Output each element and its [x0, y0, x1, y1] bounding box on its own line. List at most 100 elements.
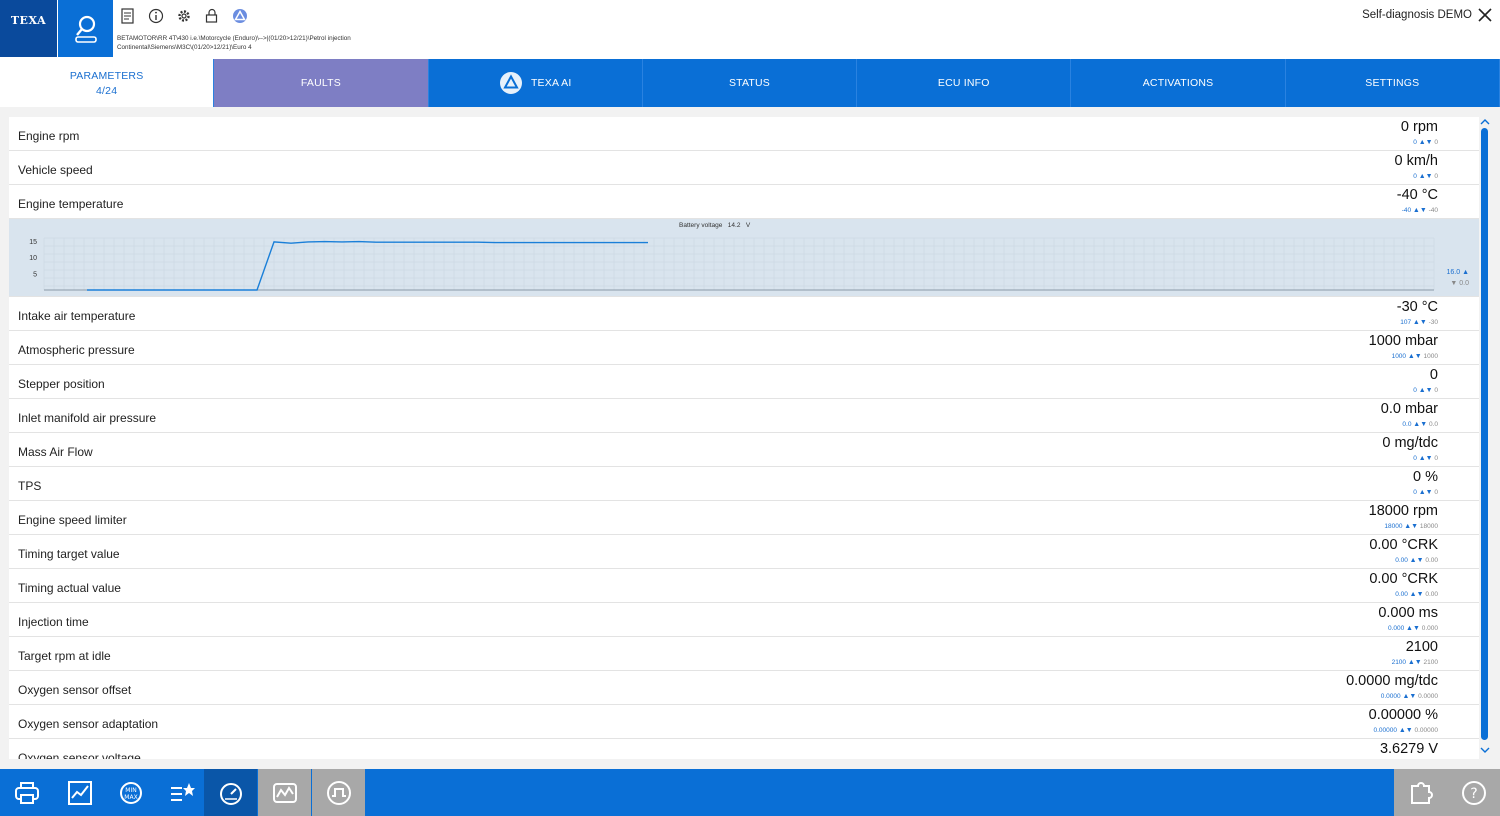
min-max-readout: 0.0000 ▲▼ 0.0000 — [1381, 693, 1438, 700]
favorites-button[interactable] — [155, 769, 208, 816]
min-value: 0.00 — [1425, 591, 1438, 598]
parameter-row[interactable]: Intake air temperature -30 °C 107 ▲▼ -30 — [9, 297, 1479, 331]
max-arrow-icon: ▲▼ — [1418, 489, 1433, 496]
min-value: 0.00 — [1425, 557, 1438, 564]
tab-label: STATUS — [728, 77, 771, 89]
texa-logo: TEXA — [0, 0, 57, 57]
parameter-row[interactable]: Oxygen sensor offset 0.0000 mg/tdc 0.0000 … — [9, 671, 1479, 705]
y-tick-label: 15 — [29, 239, 37, 246]
max-arrow-icon: ▲▼ — [1409, 557, 1424, 564]
min-max-readout: 0.00 ▲▼ 0.00 — [1395, 591, 1438, 598]
parameter-value: 0 — [1429, 367, 1438, 383]
help-button[interactable]: ? — [1447, 769, 1500, 816]
parameter-value: 0 % — [1413, 469, 1438, 485]
max-value: 0.0 — [1402, 421, 1412, 428]
parameter-value: 0 km/h — [1394, 153, 1438, 169]
parameter-list[interactable]: Engine rpm 0 rpm 0 ▲▼ 0 Vehicle speed 0 km/h… — [9, 117, 1479, 759]
max-value: 2100 — [1391, 659, 1407, 666]
max-value: 0.00 — [1395, 557, 1408, 564]
parameter-row[interactable]: Vehicle speed 0 km/h 0 ▲▼ 0 — [9, 151, 1479, 185]
graph-canvas: 15 10 5 16.0 ▲ ▼ 0.0 — [29, 237, 1469, 291]
parameter-name: Vehicle speed — [18, 163, 93, 177]
parameter-name: Mass Air Flow — [18, 445, 93, 459]
tab-ecu-info[interactable]: ECU INFO — [857, 59, 1072, 107]
tab-parameters[interactable]: PARAMETERS 4/24 — [0, 59, 215, 107]
signal-icon — [326, 780, 351, 805]
lock-icon[interactable] — [202, 6, 222, 26]
graph-icon — [272, 782, 297, 803]
parameter-name: Oxygen sensor voltage — [18, 751, 141, 759]
parameter-value: 0.00000 % — [1368, 707, 1438, 723]
tab-settings[interactable]: SETTINGS — [1285, 59, 1500, 107]
parameter-row[interactable]: Timing actual value 0.00 °CRK 0.00 ▲▼ 0.00 — [9, 569, 1479, 603]
max-value: 0 — [1413, 455, 1417, 462]
min-value: 1000 — [1423, 353, 1438, 360]
parameter-row[interactable]: Injection time 0.000 ms 0.000 ▲▼ 0.000 — [9, 603, 1479, 637]
max-arrow-icon: ▲▼ — [1418, 139, 1433, 146]
graph-title: Battery voltage 14.2 V — [679, 222, 750, 229]
scroll-down-icon[interactable] — [1479, 745, 1491, 755]
texa-ai-icon[interactable] — [230, 6, 250, 26]
parameter-value: 0.000 ms — [1378, 605, 1438, 621]
tab-activations[interactable]: ACTIVATIONS — [1071, 59, 1286, 107]
max-value: 0 — [1413, 489, 1417, 496]
parameter-row[interactable]: Oxygen sensor adaptation 0.00000 % 0.00000… — [9, 705, 1479, 739]
parameter-value: -30 °C — [1396, 299, 1438, 315]
print-button[interactable] — [0, 769, 53, 816]
parameter-row[interactable]: Engine rpm 0 rpm 0 ▲▼ 0 — [9, 117, 1479, 151]
min-max-button[interactable]: MIN MAX — [104, 769, 157, 816]
max-arrow-icon: ▲▼ — [1398, 727, 1413, 734]
tab-bar: PARAMETERS 4/24 FAULTS TEXA AI STATUS EC… — [0, 59, 1500, 107]
session-title: Self-diagnosis DEMO — [1362, 9, 1472, 21]
parameter-value: 0 rpm — [1400, 119, 1438, 135]
scrollbar-thumb[interactable] — [1481, 128, 1488, 740]
plugin-button[interactable] — [1394, 769, 1447, 816]
parameter-row[interactable]: Mass Air Flow 0 mg/tdc 0 ▲▼ 0 — [9, 433, 1479, 467]
tab-count: 4/24 — [96, 84, 118, 97]
tab-label: SETTINGS — [1365, 77, 1420, 89]
graph-min-label: ▼ 0.0 — [1450, 280, 1469, 287]
parameter-row[interactable]: Target rpm at idle 2100 2100 ▲▼ 2100 — [9, 637, 1479, 671]
parameter-value: 18000 rpm — [1368, 503, 1438, 519]
graph-button[interactable] — [258, 769, 311, 816]
parameter-row[interactable]: Timing target value 0.00 °CRK 0.00 ▲▼ 0.00 — [9, 535, 1479, 569]
parameter-value: 0.00 °CRK — [1369, 537, 1438, 553]
min-value: 0 — [1434, 455, 1438, 462]
vehicle-search-button[interactable] — [58, 0, 113, 57]
gauge-button[interactable] — [204, 769, 257, 816]
info-icon[interactable] — [146, 6, 166, 26]
parameter-row[interactable]: TPS 0 % 0 ▲▼ 0 — [9, 467, 1479, 501]
parameter-name: Inlet manifold air pressure — [18, 411, 157, 425]
parameter-value: 1000 mbar — [1368, 333, 1438, 349]
min-value: 0 — [1434, 139, 1438, 146]
min-value: 0.0000 — [1418, 693, 1438, 700]
max-arrow-icon: ▲▼ — [1402, 693, 1417, 700]
parameter-row[interactable]: Stepper position 0 0 ▲▼ 0 — [9, 365, 1479, 399]
parameter-row[interactable]: Engine temperature -40 °C -40 ▲▼ -40 — [9, 185, 1479, 219]
chart-edit-icon — [67, 780, 92, 805]
parameter-row[interactable]: Inlet manifold air pressure 0.0 mbar 0.0 ▲… — [9, 399, 1479, 433]
max-arrow-icon: ▲▼ — [1418, 455, 1433, 462]
close-icon[interactable] — [1476, 6, 1494, 24]
min-max-readout: 0 ▲▼ 0 — [1413, 139, 1438, 146]
parameter-row[interactable]: Atmospheric pressure 1000 mbar 1000 ▲▼ 100… — [9, 331, 1479, 365]
parameter-row[interactable]: Oxygen sensor voltage 3.6279 V — [9, 739, 1479, 759]
parameter-name: Intake air temperature — [18, 309, 136, 323]
max-arrow-icon: ▲▼ — [1412, 319, 1427, 326]
report-icon[interactable] — [118, 6, 138, 26]
signal-button[interactable] — [312, 769, 365, 816]
battery-voltage-graph[interactable]: 15 10 5 16.0 ▲ ▼ 0.0 Battery voltage 14.2 V — [9, 219, 1479, 297]
max-arrow-icon: ▲▼ — [1412, 207, 1427, 214]
chart-edit-button[interactable] — [53, 769, 106, 816]
tab-faults[interactable]: FAULTS — [214, 59, 429, 107]
scroll-up-icon[interactable] — [1479, 117, 1491, 127]
tab-status[interactable]: STATUS — [642, 59, 858, 107]
min-max-readout: 0 ▲▼ 0 — [1413, 489, 1438, 496]
gear-icon[interactable] — [174, 6, 194, 26]
parameter-row[interactable]: Engine speed limiter 18000 rpm 18000 ▲▼ 18… — [9, 501, 1479, 535]
search-icon — [74, 15, 97, 43]
parameter-name: Engine speed limiter — [18, 513, 127, 527]
help-icon: ? — [1461, 780, 1486, 805]
min-max-readout: 1000 ▲▼ 1000 — [1392, 353, 1438, 360]
tab-texa-ai[interactable]: TEXA AI — [428, 59, 643, 107]
